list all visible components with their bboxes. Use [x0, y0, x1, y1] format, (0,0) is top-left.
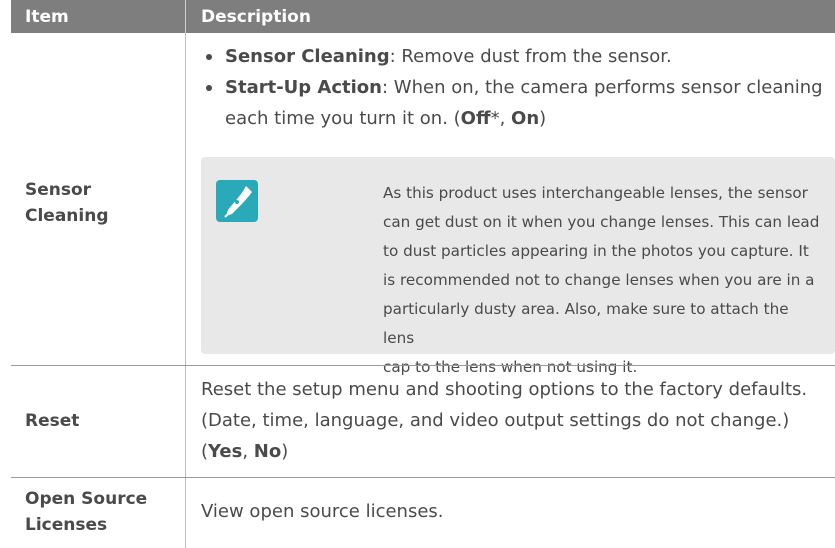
column-divider: [185, 366, 186, 478]
pen-note-icon: [216, 180, 258, 222]
row-description-open-source-licenses: View open source licenses.: [201, 501, 444, 522]
option-term: Sensor Cleaning: [225, 46, 390, 67]
note-line: can get dust on it when you change lense…: [383, 213, 820, 231]
table-header: Item Description: [11, 0, 835, 33]
bullet-icon: [206, 54, 212, 60]
note-line: is recommended not to change lenses when…: [383, 271, 815, 289]
option-sep: ): [281, 441, 289, 462]
header-item: Item: [25, 7, 69, 27]
label-line: Sensor: [25, 180, 92, 200]
list-item: Start-Up Action: When on, the camera per…: [201, 72, 826, 134]
column-divider: [185, 478, 186, 548]
note-line: particularly dusty area. Also, make sure…: [383, 300, 789, 347]
row-label-sensor-cleaning: Sensor Cleaning: [25, 177, 175, 229]
option-value: On: [511, 108, 540, 129]
option-value: Yes: [208, 441, 243, 462]
option-list: Sensor Cleaning: Remove dust from the se…: [201, 41, 826, 134]
bullet-icon: [206, 85, 212, 91]
table-row-sensor-cleaning: Sensor Cleaning Sensor Cleaning: Remove …: [11, 33, 835, 376]
option-sep: *,: [490, 108, 512, 129]
header-description: Description: [201, 7, 311, 27]
note-line: As this product uses interchangeable len…: [383, 184, 808, 202]
option-term: Start-Up Action: [225, 77, 382, 98]
note-line: to dust particles appearing in the photo…: [383, 242, 809, 260]
note-text: As this product uses interchangeable len…: [383, 179, 823, 382]
label-line: Cleaning: [25, 206, 109, 226]
column-divider: [185, 33, 186, 366]
table-row-open-source-licenses: Open Source Licenses View open source li…: [11, 478, 835, 548]
option-sep: ,: [242, 441, 254, 462]
row-label-open-source-licenses: Open Source Licenses: [25, 486, 175, 538]
row-description-sensor-cleaning: Sensor Cleaning: Remove dust from the se…: [201, 41, 826, 134]
header-divider: [185, 0, 186, 33]
label-line: Open Source: [25, 489, 148, 509]
list-item: Sensor Cleaning: Remove dust from the se…: [201, 41, 826, 72]
description-text: Reset the setup menu and shooting option…: [201, 379, 808, 462]
table-row-reset: Reset Reset the setup menu and shooting …: [11, 366, 835, 478]
option-text: : Remove dust from the sensor.: [389, 46, 672, 67]
row-label-reset: Reset: [25, 411, 80, 431]
note-box: As this product uses interchangeable len…: [201, 157, 835, 376]
option-value: Off: [460, 108, 491, 129]
option-sep: ): [539, 108, 547, 129]
option-value: No: [253, 441, 282, 462]
label-line: Licenses: [25, 515, 108, 535]
row-description-reset: Reset the setup menu and shooting option…: [201, 374, 826, 467]
